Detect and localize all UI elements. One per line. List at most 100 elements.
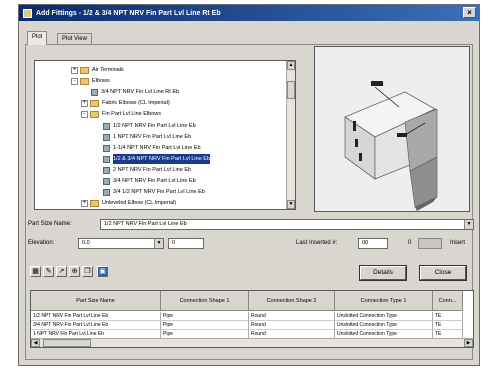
tree-item[interactable]: 2 NPT NRV Fin Part Lvl Line Eb	[103, 165, 191, 175]
chevron-down-icon[interactable]: ▼	[464, 220, 473, 229]
column-header[interactable]: Connection Shape 2	[249, 291, 335, 311]
table-cell: Pipe	[161, 321, 249, 330]
tree-item[interactable]: 3/4 NPT NRV Fin Part Lvl Line Eb	[103, 176, 196, 186]
part-icon	[103, 122, 110, 130]
part-icon	[103, 144, 110, 152]
tab-plot[interactable]: Plot	[27, 31, 48, 45]
table-cell: TE	[433, 312, 463, 321]
table-cell: Round	[249, 312, 335, 321]
table-horizontal-scrollbar[interactable]: ◀ ▶	[31, 338, 473, 347]
expander-icon[interactable]: +	[81, 199, 88, 207]
last-inserted-label: Last Inserted #:	[296, 240, 338, 246]
scroll-down-icon[interactable]: ▼	[287, 200, 295, 209]
tree-item[interactable]: 1-1/4 NPT NRV Fin Part Lvl Line Eb	[103, 143, 201, 153]
folder-icon	[90, 99, 99, 107]
details-button[interactable]: Details	[360, 266, 406, 280]
scroll-left-icon[interactable]: ◀	[31, 339, 40, 347]
part-icon	[103, 188, 110, 196]
elevation-offset-field[interactable]: 0	[168, 238, 204, 249]
last-inserted-field[interactable]: 00	[358, 238, 388, 249]
table-cell: Pipe	[161, 312, 249, 321]
expander-icon[interactable]: -	[81, 110, 88, 118]
tree-item-label: Elbows	[92, 78, 110, 84]
part-size-name-value: 1/2 NPT NRV Fin Part Lvl Line Eb	[104, 221, 187, 227]
tree-item-label: Fabric Elbows (CL Imperial)	[102, 100, 170, 106]
tree-item-label: 3/4 NPT NRV Fin Part Lvl Line Eb	[113, 178, 196, 184]
elevation-value: 0.0	[82, 240, 90, 246]
tree-item[interactable]: - Elbows	[71, 76, 110, 86]
tree-vertical-scrollbar[interactable]: ▲ ▼	[286, 61, 295, 209]
table-header: Part Size Name Connection Shape 1 Connec…	[31, 291, 463, 311]
expander-icon[interactable]: +	[71, 66, 78, 74]
elevation-label: Elevation:	[28, 240, 55, 246]
tree-item-label: 1 NPT NRV Fin Part Lvl Line Eb	[113, 134, 192, 140]
part-preview	[314, 46, 470, 212]
insert-label: Insert	[450, 240, 466, 246]
elbow-preview-drawing	[344, 81, 438, 211]
column-header[interactable]: Conn...	[433, 291, 463, 311]
elevation-offset-value: 0	[172, 240, 176, 246]
tree-item[interactable]: 1/2 NPT NRV Fin Part Lvl Line Eb	[103, 121, 196, 131]
grid-icon[interactable]: ▦	[30, 266, 41, 277]
part-size-table[interactable]: Part Size Name Connection Shape 1 Connec…	[30, 290, 474, 348]
app-icon	[23, 8, 32, 18]
pencil-icon[interactable]: ✎	[43, 266, 54, 277]
expander-icon[interactable]: -	[71, 77, 78, 85]
tree-item-label: Air Terminals	[92, 67, 124, 73]
tree-item[interactable]: 1 NPT NRV Fin Part Lvl Line Eb	[103, 132, 191, 142]
draw-icon[interactable]: ↗	[56, 266, 67, 277]
count-value: 0	[408, 240, 412, 246]
part-icon	[91, 88, 98, 96]
tree-item-label: 1/2 NPT NRV Fin Part Lvl Line Eb	[113, 123, 196, 129]
tree-item[interactable]: 3/4 1/2 NPT NRV Fin Part Lvl Line Eb	[103, 187, 205, 197]
tree-item-label: Fin Part Lvl Line Elbows	[102, 111, 161, 117]
save-icon[interactable]: ▣	[97, 266, 108, 277]
folder-icon	[80, 66, 89, 74]
part-icon	[103, 177, 110, 185]
column-header[interactable]: Connection Shape 1	[161, 291, 249, 311]
scroll-up-icon[interactable]: ▲	[287, 61, 295, 70]
tree-item-selected[interactable]: 1/2 & 3/4 NPT NRV Fin Part Lvl Line Eb	[103, 154, 211, 164]
expander-icon[interactable]: +	[81, 99, 88, 107]
table-cell: Unslotted Connection Type	[335, 321, 433, 330]
part-icon	[103, 166, 110, 174]
elevation-dropdown[interactable]: 0.0 ▼	[78, 238, 164, 249]
tree-item[interactable]: + Unleveled Elbow (CL Imperial)	[81, 198, 176, 208]
column-header[interactable]: Part Size Name	[31, 291, 161, 311]
offset-icon[interactable]: ⊕	[69, 266, 80, 277]
tree-item[interactable]: - Fin Part Lvl Line Elbows	[81, 109, 161, 119]
tree-item-label: 2 NPT NRV Fin Part Lvl Line Eb	[113, 167, 192, 173]
table-cell: TE	[433, 321, 463, 330]
table-row[interactable]: 3/4 NPT NRV Fin Part Lvl Line Eb Pipe Ro…	[31, 321, 463, 330]
column-header[interactable]: Connection Type 1	[335, 291, 433, 311]
part-icon	[103, 155, 110, 163]
table-cell: Round	[249, 321, 335, 330]
scroll-thumb[interactable]	[43, 339, 91, 347]
scroll-right-icon[interactable]: ▶	[464, 339, 473, 347]
tree-item-label: Unleveled Elbow (CL Imperial)	[102, 200, 177, 206]
chevron-down-icon[interactable]: ▼	[154, 239, 163, 248]
table-cell: Unslotted Connection Type	[335, 312, 433, 321]
folder-icon	[90, 199, 99, 207]
scroll-thumb[interactable]	[287, 81, 295, 99]
close-button[interactable]: Close	[420, 266, 466, 280]
close-icon[interactable]: ×	[463, 7, 476, 18]
part-size-name-dropdown[interactable]: 1/2 NPT NRV Fin Part Lvl Line Eb ▼	[100, 219, 474, 230]
count-stepper[interactable]	[418, 238, 442, 249]
part-size-name-label: Part Size Name:	[28, 221, 72, 227]
table-cell: 3/4 NPT NRV Fin Part Lvl Line Eb	[31, 321, 161, 330]
title-bar: Add Fittings - 1/2 & 3/4 NPT NRV Fin Par…	[19, 5, 479, 21]
part-tree[interactable]: + Air Terminals - Elbows 3/4 NPT NRV Fin…	[34, 60, 296, 210]
tree-item-label: 1-1/4 NPT NRV Fin Part Lvl Line Eb	[113, 145, 201, 151]
tree-item[interactable]: + Air Terminals	[71, 65, 124, 75]
part-icon	[103, 133, 110, 141]
table-row[interactable]: 1/2 NPT NRV Fin Part Lvl Line Eb Pipe Ro…	[31, 312, 463, 321]
tree-item[interactable]: 3/4 NPT NRV Fin Lvl Line Rt Eb	[91, 87, 179, 97]
window-title: Add Fittings - 1/2 & 3/4 NPT NRV Fin Par…	[36, 9, 221, 17]
tree-item-label: 3/4 1/2 NPT NRV Fin Part Lvl Line Eb	[113, 189, 205, 195]
tree-item-label: 1/2 & 3/4 NPT NRV Fin Part Lvl Line Eb	[113, 154, 211, 164]
folder-icon	[80, 77, 89, 85]
folder-icon	[90, 110, 99, 118]
copy-icon[interactable]: ❐	[82, 266, 93, 277]
tree-item[interactable]: + Fabric Elbows (CL Imperial)	[81, 98, 170, 108]
